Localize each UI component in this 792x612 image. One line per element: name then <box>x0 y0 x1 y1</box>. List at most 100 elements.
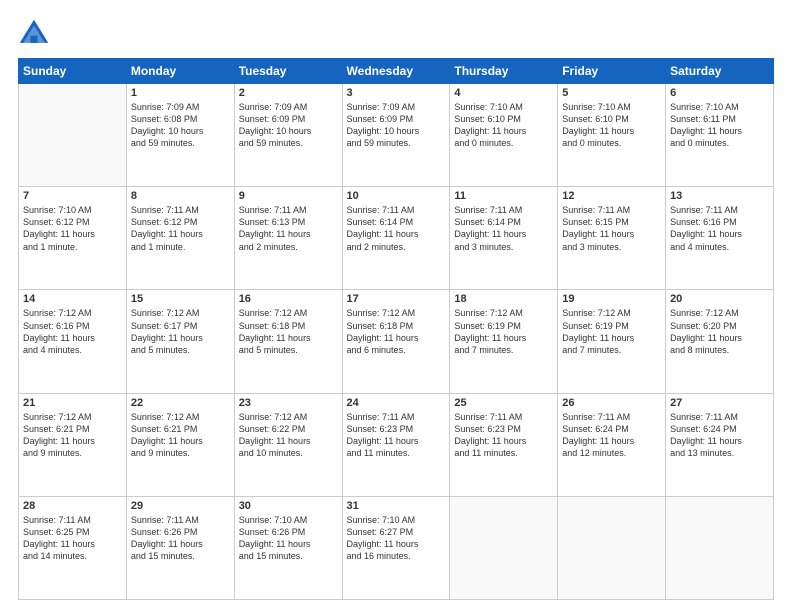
day-number: 30 <box>239 500 338 512</box>
day-number: 1 <box>131 87 230 99</box>
calendar-day-header: Monday <box>126 59 234 84</box>
day-info: Sunrise: 7:11 AM Sunset: 6:14 PM Dayligh… <box>347 204 446 253</box>
calendar-day-cell: 19Sunrise: 7:12 AM Sunset: 6:19 PM Dayli… <box>558 290 666 393</box>
day-number: 24 <box>347 397 446 409</box>
day-number: 6 <box>670 87 769 99</box>
calendar-table: SundayMondayTuesdayWednesdayThursdayFrid… <box>18 58 774 600</box>
day-info: Sunrise: 7:10 AM Sunset: 6:26 PM Dayligh… <box>239 514 338 563</box>
day-info: Sunrise: 7:11 AM Sunset: 6:15 PM Dayligh… <box>562 204 661 253</box>
day-info: Sunrise: 7:11 AM Sunset: 6:24 PM Dayligh… <box>670 411 769 460</box>
calendar-day-cell: 8 Sunrise: 7:11 AM Sunset: 6:12 PM Daylig… <box>126 187 234 290</box>
day-number: 14 <box>23 293 122 305</box>
day-info: Sunrise: 7:12 AM Sunset: 6:18 PM Dayligh… <box>347 307 446 356</box>
calendar-day-cell: 15 Sunrise: 7:12 AM Sunset: 6:17 PM Dayli… <box>126 290 234 393</box>
day-info: Sunrise: 7:12 AM Sunset: 6:16 PM Dayligh… <box>23 307 122 356</box>
day-info: Sunrise: 7:11 AM Sunset: 6:13 PM Dayligh… <box>239 204 338 253</box>
day-info: Sunrise: 7:10 AM Sunset: 6:10 PM Dayligh… <box>454 101 553 150</box>
day-number: 31 <box>347 500 446 512</box>
day-info: Sunrise: 7:10 AM Sunset: 6:10 PM Dayligh… <box>562 101 661 150</box>
day-info: Sunrise: 7:12 AM Sunset: 6:20 PM Dayligh… <box>670 307 769 356</box>
calendar-day-cell: 29Sunrise: 7:11 AM Sunset: 6:26 PM Dayli… <box>126 496 234 599</box>
calendar-day-cell: 4 Sunrise: 7:10 AM Sunset: 6:10 PM Daylig… <box>450 84 558 187</box>
day-number: 8 <box>131 190 230 202</box>
day-number: 29 <box>131 500 230 512</box>
day-number: 4 <box>454 87 553 99</box>
day-number: 19 <box>562 293 661 305</box>
day-number: 28 <box>23 500 122 512</box>
calendar-day-cell: 12 Sunrise: 7:11 AM Sunset: 6:15 PM Dayli… <box>558 187 666 290</box>
calendar-day-cell: 6 Sunrise: 7:10 AM Sunset: 6:11 PM Daylig… <box>666 84 774 187</box>
day-info: Sunrise: 7:11 AM Sunset: 6:25 PM Dayligh… <box>23 514 122 563</box>
day-number: 5 <box>562 87 661 99</box>
day-number: 21 <box>23 397 122 409</box>
day-number: 15 <box>131 293 230 305</box>
calendar-week-row: 7 Sunrise: 7:10 AM Sunset: 6:12 PM Daylig… <box>19 187 774 290</box>
calendar-day-header: Saturday <box>666 59 774 84</box>
day-info: Sunrise: 7:11 AM Sunset: 6:24 PM Dayligh… <box>562 411 661 460</box>
day-number: 9 <box>239 190 338 202</box>
day-number: 2 <box>239 87 338 99</box>
calendar-day-cell: 3 Sunrise: 7:09 AM Sunset: 6:09 PM Daylig… <box>342 84 450 187</box>
day-info: Sunrise: 7:09 AM Sunset: 6:08 PM Dayligh… <box>131 101 230 150</box>
calendar-day-cell: 2 Sunrise: 7:09 AM Sunset: 6:09 PM Daylig… <box>234 84 342 187</box>
day-number: 17 <box>347 293 446 305</box>
day-info: Sunrise: 7:12 AM Sunset: 6:21 PM Dayligh… <box>131 411 230 460</box>
calendar-day-header: Wednesday <box>342 59 450 84</box>
calendar-day-cell: 10 Sunrise: 7:11 AM Sunset: 6:14 PM Dayli… <box>342 187 450 290</box>
day-number: 7 <box>23 190 122 202</box>
calendar-day-cell: 18Sunrise: 7:12 AM Sunset: 6:19 PM Dayli… <box>450 290 558 393</box>
day-number: 27 <box>670 397 769 409</box>
calendar-day-cell: 22 Sunrise: 7:12 AM Sunset: 6:21 PM Dayli… <box>126 393 234 496</box>
calendar-empty-cell <box>666 496 774 599</box>
header <box>18 18 774 50</box>
day-number: 20 <box>670 293 769 305</box>
calendar-header-row: SundayMondayTuesdayWednesdayThursdayFrid… <box>19 59 774 84</box>
calendar-day-cell: 1 Sunrise: 7:09 AM Sunset: 6:08 PM Daylig… <box>126 84 234 187</box>
day-info: Sunrise: 7:10 AM Sunset: 6:11 PM Dayligh… <box>670 101 769 150</box>
calendar-week-row: 21 Sunrise: 7:12 AM Sunset: 6:21 PM Dayli… <box>19 393 774 496</box>
calendar-day-cell: 16 Sunrise: 7:12 AM Sunset: 6:18 PM Dayli… <box>234 290 342 393</box>
calendar-day-cell: 23 Sunrise: 7:12 AM Sunset: 6:22 PM Dayli… <box>234 393 342 496</box>
calendar-week-row: 28 Sunrise: 7:11 AM Sunset: 6:25 PM Dayli… <box>19 496 774 599</box>
day-info: Sunrise: 7:12 AM Sunset: 6:18 PM Dayligh… <box>239 307 338 356</box>
calendar-day-header: Tuesday <box>234 59 342 84</box>
calendar-day-header: Friday <box>558 59 666 84</box>
day-info: Sunrise: 7:10 AM Sunset: 6:27 PM Dayligh… <box>347 514 446 563</box>
day-number: 13 <box>670 190 769 202</box>
calendar-week-row: 1 Sunrise: 7:09 AM Sunset: 6:08 PM Daylig… <box>19 84 774 187</box>
logo <box>18 18 56 50</box>
calendar-empty-cell <box>19 84 127 187</box>
day-number: 22 <box>131 397 230 409</box>
day-info: Sunrise: 7:09 AM Sunset: 6:09 PM Dayligh… <box>239 101 338 150</box>
logo-icon <box>18 18 50 50</box>
day-info: Sunrise: 7:12 AM Sunset: 6:17 PM Dayligh… <box>131 307 230 356</box>
calendar-day-header: Sunday <box>19 59 127 84</box>
calendar-day-cell: 20 Sunrise: 7:12 AM Sunset: 6:20 PM Dayli… <box>666 290 774 393</box>
day-info: Sunrise: 7:09 AM Sunset: 6:09 PM Dayligh… <box>347 101 446 150</box>
calendar-empty-cell <box>558 496 666 599</box>
day-number: 23 <box>239 397 338 409</box>
day-number: 16 <box>239 293 338 305</box>
calendar-day-cell: 30 Sunrise: 7:10 AM Sunset: 6:26 PM Dayli… <box>234 496 342 599</box>
day-info: Sunrise: 7:11 AM Sunset: 6:23 PM Dayligh… <box>454 411 553 460</box>
calendar-day-cell: 17 Sunrise: 7:12 AM Sunset: 6:18 PM Dayli… <box>342 290 450 393</box>
calendar-day-cell: 14 Sunrise: 7:12 AM Sunset: 6:16 PM Dayli… <box>19 290 127 393</box>
calendar-day-cell: 28 Sunrise: 7:11 AM Sunset: 6:25 PM Dayli… <box>19 496 127 599</box>
day-info: Sunrise: 7:11 AM Sunset: 6:16 PM Dayligh… <box>670 204 769 253</box>
calendar-day-cell: 27 Sunrise: 7:11 AM Sunset: 6:24 PM Dayli… <box>666 393 774 496</box>
day-info: Sunrise: 7:10 AM Sunset: 6:12 PM Dayligh… <box>23 204 122 253</box>
calendar-day-cell: 7 Sunrise: 7:10 AM Sunset: 6:12 PM Daylig… <box>19 187 127 290</box>
calendar-day-cell: 26Sunrise: 7:11 AM Sunset: 6:24 PM Dayli… <box>558 393 666 496</box>
page: SundayMondayTuesdayWednesdayThursdayFrid… <box>0 0 792 612</box>
day-info: Sunrise: 7:12 AM Sunset: 6:21 PM Dayligh… <box>23 411 122 460</box>
day-info: Sunrise: 7:11 AM Sunset: 6:12 PM Dayligh… <box>131 204 230 253</box>
day-info: Sunrise: 7:12 AM Sunset: 6:22 PM Dayligh… <box>239 411 338 460</box>
calendar-empty-cell <box>450 496 558 599</box>
day-number: 10 <box>347 190 446 202</box>
day-number: 25 <box>454 397 553 409</box>
day-number: 12 <box>562 190 661 202</box>
day-number: 11 <box>454 190 553 202</box>
day-number: 3 <box>347 87 446 99</box>
calendar-day-cell: 9 Sunrise: 7:11 AM Sunset: 6:13 PM Daylig… <box>234 187 342 290</box>
day-info: Sunrise: 7:11 AM Sunset: 6:23 PM Dayligh… <box>347 411 446 460</box>
